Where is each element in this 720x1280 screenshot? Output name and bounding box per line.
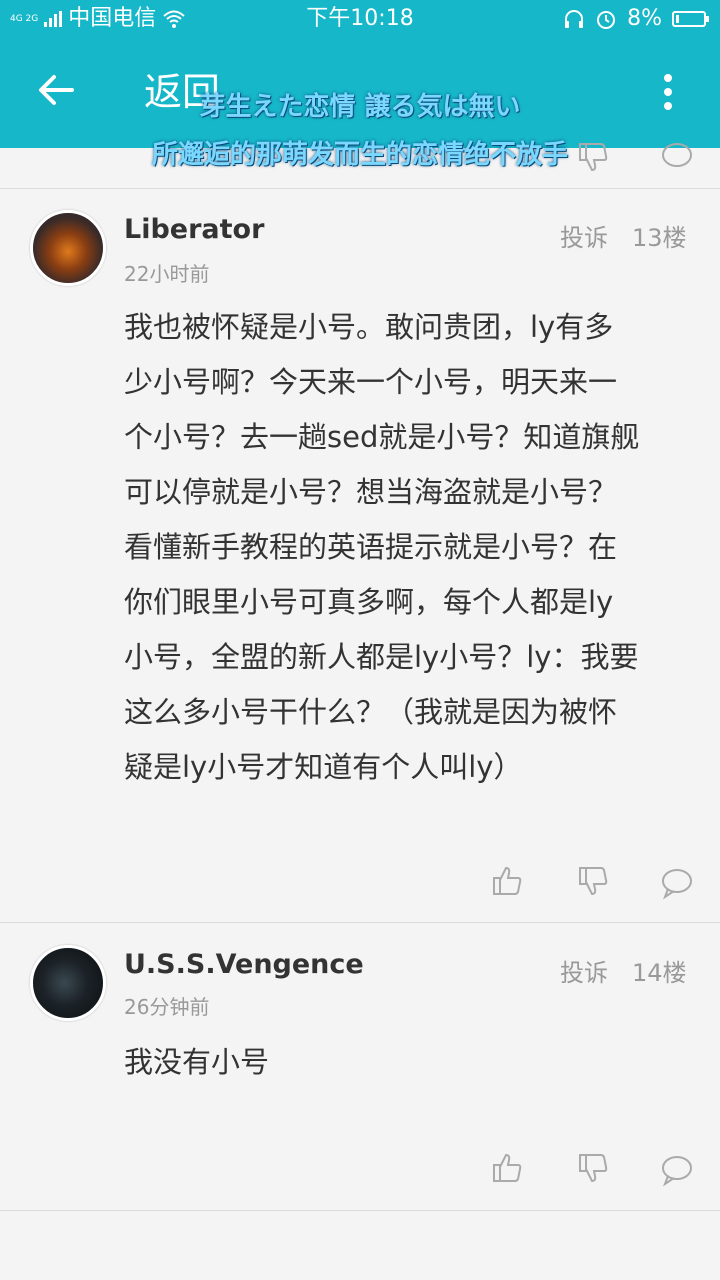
- comment-body: 我也被怀疑是小号。敢问贵团，ly有多 少小号啊？今天来一个小号，明天来一 个小号…: [124, 310, 640, 784]
- battery-percent: 8%: [627, 6, 662, 31]
- status-bar: 4G 2G 中国电信 下午10:18 8%: [0, 0, 720, 38]
- comment-item: U.S.S.Vengence 26分钟前 投诉 14楼 我没有小号: [0, 923, 720, 1211]
- overlay-lyric-japanese: 芽生えた恋情 譲る気は無い: [199, 92, 521, 122]
- thumbs-up-icon[interactable]: [490, 1151, 524, 1185]
- comment-username[interactable]: U.S.S.Vengence: [124, 949, 364, 980]
- avatar[interactable]: [30, 945, 106, 1021]
- comment-item: Liberator 22小时前 投诉 13楼 我也被怀疑是小号。敢问贵团，ly有…: [0, 188, 720, 923]
- floor-number: 14楼: [632, 959, 687, 987]
- comment-username[interactable]: Liberator: [124, 214, 264, 245]
- thumbs-up-icon[interactable]: [490, 864, 524, 898]
- report-button[interactable]: 投诉: [560, 953, 608, 988]
- thumbs-down-icon[interactable]: [576, 864, 610, 898]
- comment-bubble-icon[interactable]: [660, 140, 694, 174]
- report-button[interactable]: 投诉: [560, 218, 608, 253]
- thumbs-down-icon[interactable]: [576, 1151, 610, 1185]
- app-header: 4G 2G 中国电信 下午10:18 8% 返回: [0, 0, 720, 148]
- comment-bubble-icon[interactable]: [660, 866, 694, 900]
- alarm-icon: [597, 11, 616, 29]
- floor-number: 13楼: [632, 224, 687, 252]
- previous-comment-peek: [0, 143, 720, 189]
- comment-time: 22小时前: [124, 262, 210, 286]
- comment-bubble-icon[interactable]: [660, 1153, 694, 1187]
- battery-icon: [672, 11, 709, 27]
- avatar[interactable]: [30, 210, 106, 286]
- headphone-icon: [565, 10, 584, 28]
- thumbs-down-icon[interactable]: [576, 140, 610, 174]
- comment-time: 26分钟前: [124, 995, 210, 1019]
- comment-body: 我没有小号: [124, 1045, 270, 1079]
